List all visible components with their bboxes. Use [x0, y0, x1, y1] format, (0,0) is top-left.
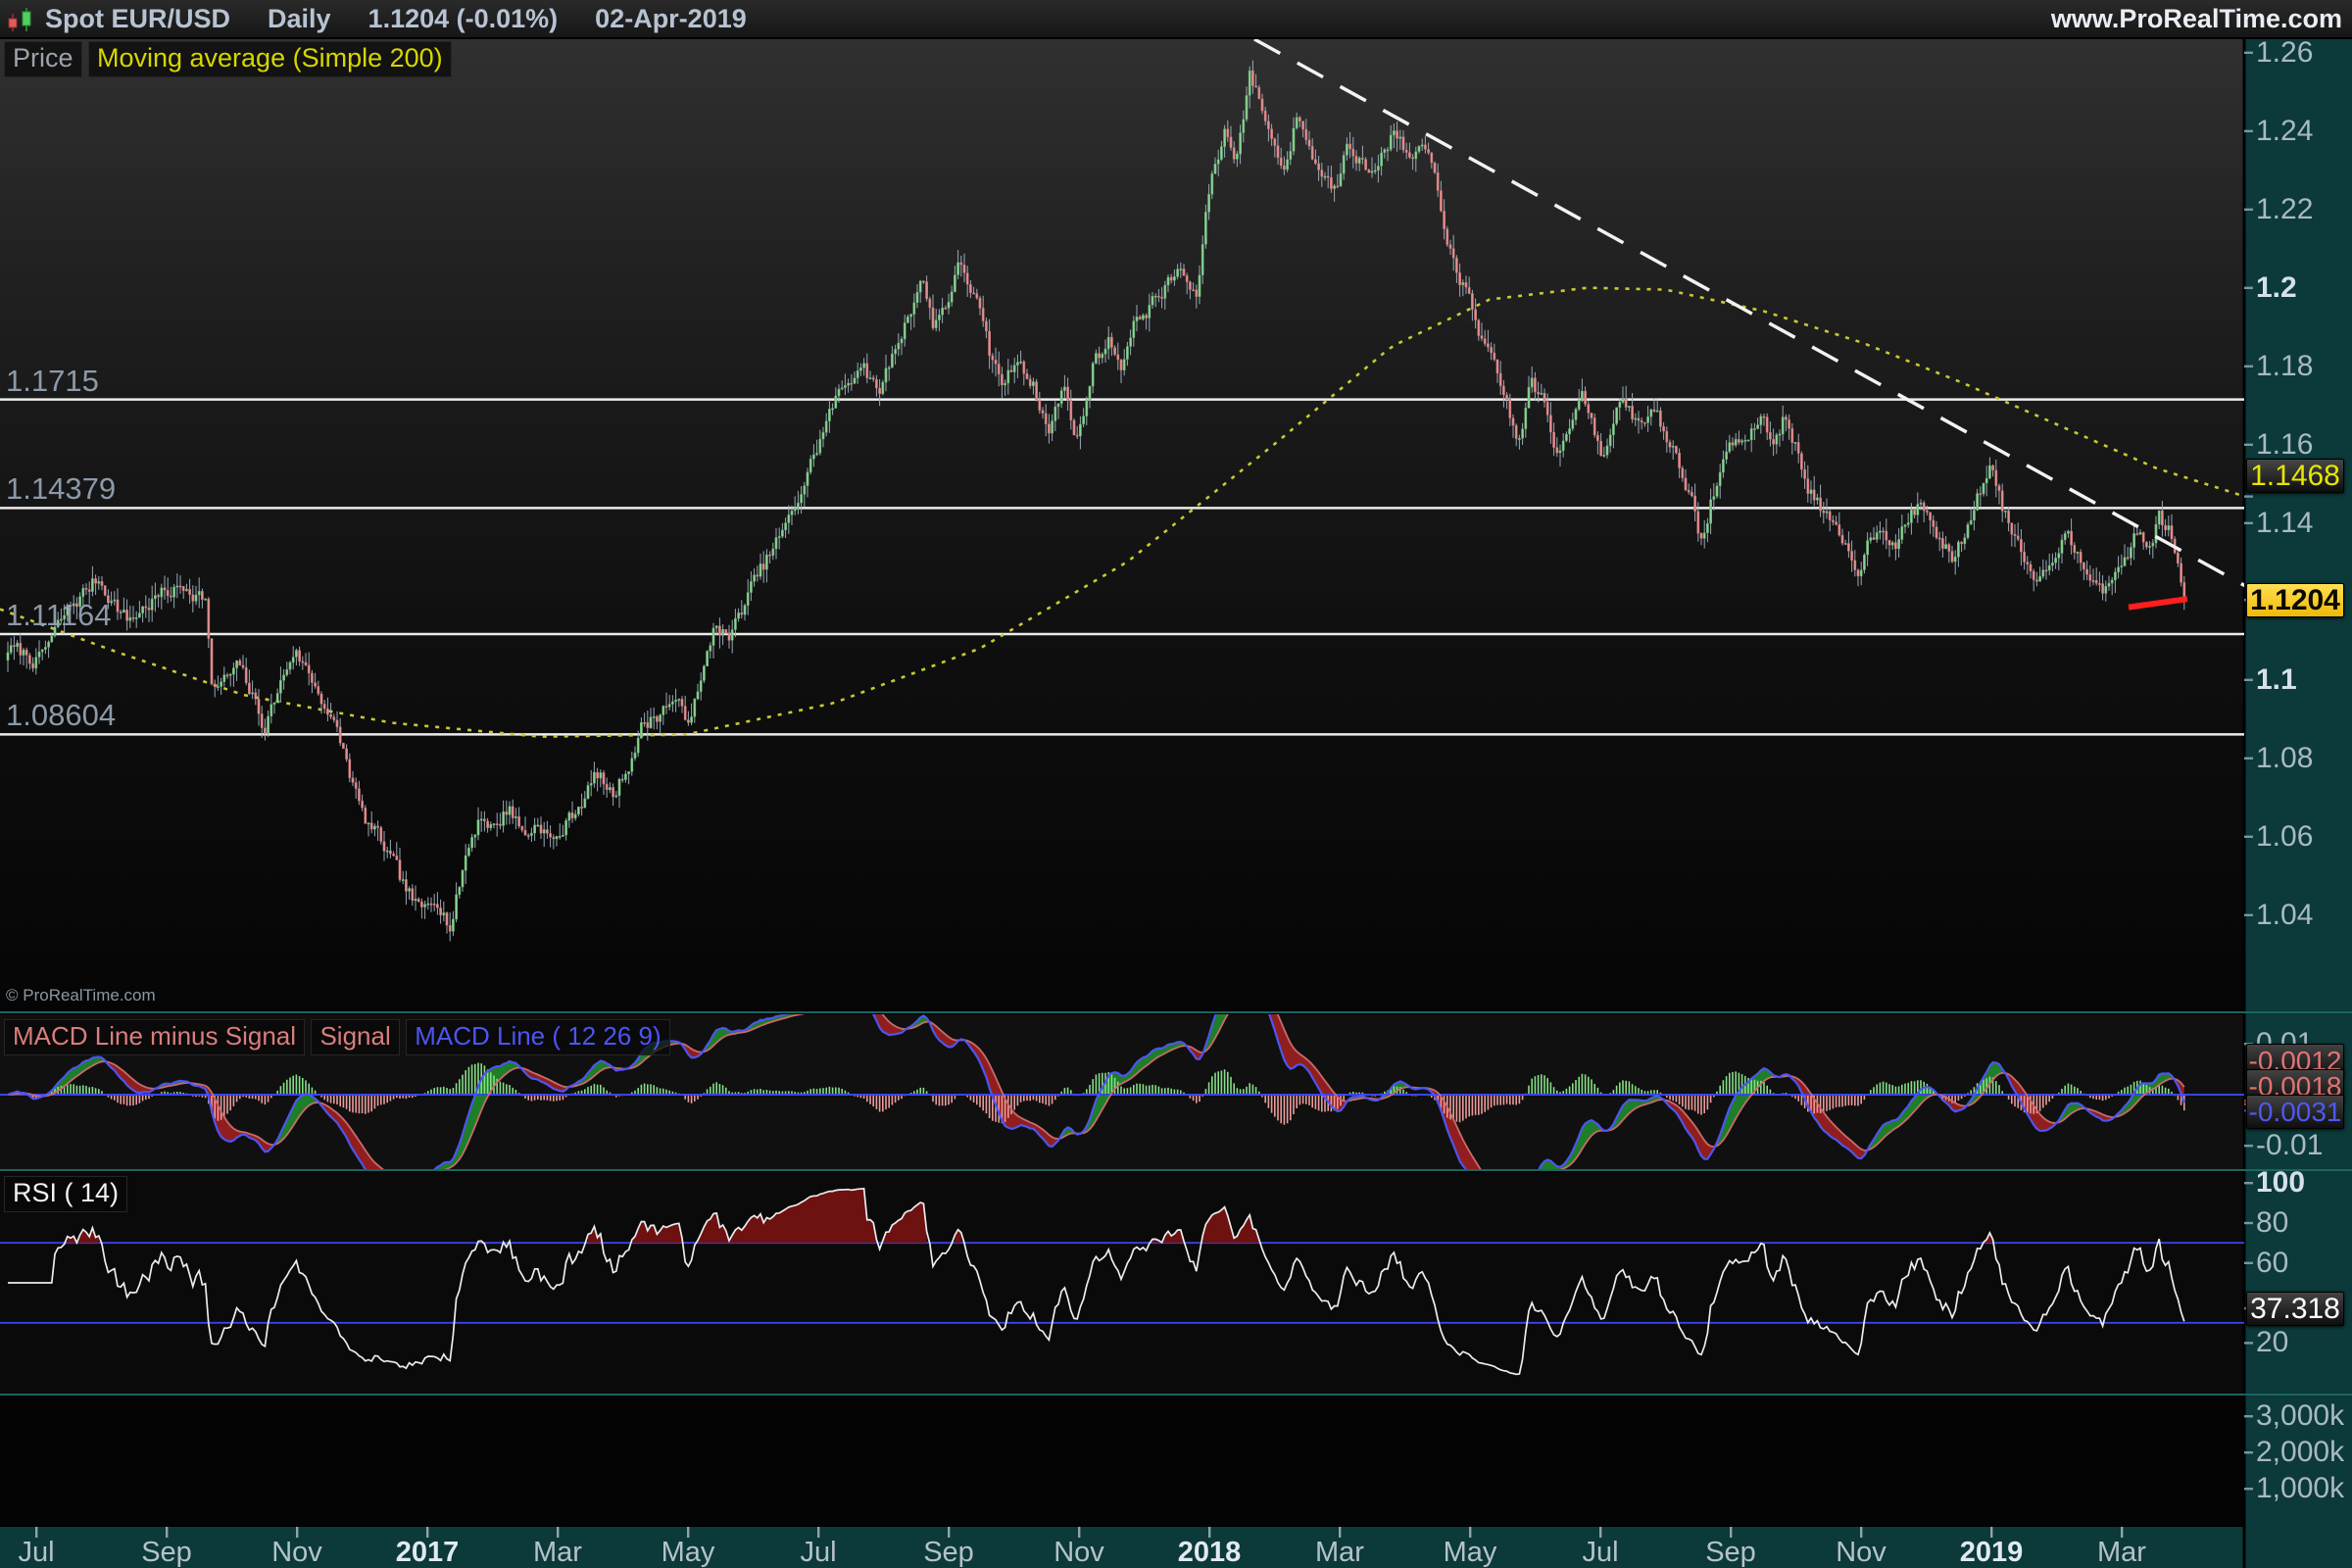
- axis-tick: [2244, 1222, 2253, 1224]
- brand-url: www.ProRealTime.com: [2051, 4, 2342, 34]
- month-label: Mar: [533, 1537, 582, 1568]
- price-legend-row: Price Moving average (Simple 200): [4, 41, 454, 77]
- macd-value-box: -0.0031: [2246, 1095, 2344, 1129]
- axis-tick: [2244, 914, 2253, 916]
- month-label: May: [662, 1537, 715, 1568]
- axis-tick: [2244, 1415, 2253, 1417]
- month-label: Jul: [18, 1537, 54, 1568]
- level-price-label: 1.11164: [6, 598, 111, 633]
- instrument-name: Spot EUR/USD: [45, 4, 230, 34]
- axis-tick: [2244, 287, 2253, 289]
- month-label: 2017: [396, 1537, 460, 1568]
- price-axis-label: 1.26: [2256, 36, 2313, 70]
- quote-date: 02-Apr-2019: [595, 4, 747, 34]
- level-price-label: 1.08604: [6, 698, 116, 733]
- month-label: Jul: [1582, 1537, 1618, 1568]
- month-label: May: [1444, 1537, 1497, 1568]
- candlestick-logo-icon: [6, 4, 35, 33]
- level-price-label: 1.1715: [6, 364, 99, 399]
- month-label: Mar: [2097, 1537, 2146, 1568]
- price-value-box: 1.1468: [2246, 459, 2344, 493]
- price-axis-label: 1.18: [2256, 350, 2313, 383]
- axis-tick: [2244, 1262, 2253, 1264]
- month-label: 2019: [1960, 1537, 2024, 1568]
- axis-tick: [2244, 1488, 2253, 1490]
- axis-tick: [2244, 522, 2253, 524]
- macd-line-legend-chip[interactable]: MACD Line ( 12 26 9): [406, 1019, 669, 1055]
- bottom-axis-bg[interactable]: [0, 1527, 2244, 1568]
- axis-tick: [2244, 495, 2253, 497]
- last-quote: 1.1204 (-0.01%): [368, 4, 559, 34]
- prorealtime-window: Spot EUR/USD Daily 1.1204 (-0.01%) 02-Ap…: [0, 0, 2352, 1568]
- axis-tick: [2244, 1451, 2253, 1453]
- rsi-value-box: 37.318: [2246, 1292, 2344, 1326]
- volume-axis-label: 1,000k: [2256, 1472, 2344, 1505]
- axis-tick: [2244, 130, 2253, 132]
- rsi-legend-row: RSI ( 14): [4, 1176, 129, 1212]
- axis-tick: [2244, 758, 2253, 760]
- macd-signal-legend-chip[interactable]: Signal: [311, 1019, 399, 1055]
- volume-axis-label: 2,000k: [2256, 1436, 2344, 1469]
- month-label: Sep: [141, 1537, 192, 1568]
- price-legend-chip[interactable]: Price: [4, 41, 82, 77]
- axis-tick: [2244, 209, 2253, 211]
- rsi-axis-label: 100: [2256, 1166, 2305, 1200]
- axis-tick: [2244, 836, 2253, 838]
- axis-tick: [2244, 1342, 2253, 1344]
- rsi-axis-label: 80: [2256, 1206, 2288, 1240]
- month-label: 2018: [1178, 1537, 1242, 1568]
- ma200-legend-chip[interactable]: Moving average (Simple 200): [88, 41, 452, 77]
- price-axis-label: 1.08: [2256, 742, 2313, 775]
- month-label: Jul: [800, 1537, 836, 1568]
- axis-tick: [2244, 52, 2253, 54]
- price-value-box: 1.1204: [2246, 583, 2344, 617]
- price-axis-label: 1.14: [2256, 507, 2313, 540]
- rsi-panel-bg[interactable]: [0, 1172, 2244, 1394]
- copyright-note: © ProRealTime.com: [6, 986, 156, 1005]
- price-axis-label: 1.22: [2256, 193, 2313, 226]
- macd-legend-row: MACD Line minus Signal Signal MACD Line …: [4, 1019, 672, 1055]
- chart-title-bar: Spot EUR/USD Daily 1.1204 (-0.01%) 02-Ap…: [0, 0, 2352, 39]
- month-label: Sep: [1705, 1537, 1756, 1568]
- rsi-axis-label: 20: [2256, 1326, 2288, 1359]
- month-label: Nov: [271, 1537, 322, 1568]
- level-price-label: 1.14379: [6, 471, 116, 507]
- volume-panel-bg[interactable]: [0, 1396, 2244, 1526]
- rsi-axis-label: 60: [2256, 1247, 2288, 1280]
- axis-tick: [2244, 679, 2253, 681]
- timeframe-label: Daily: [268, 4, 331, 34]
- price-axis-label: 1.2: [2256, 271, 2297, 305]
- axis-tick: [2244, 1145, 2253, 1147]
- month-label: Nov: [1836, 1537, 1886, 1568]
- price-axis-label: 1.24: [2256, 115, 2313, 148]
- volume-axis-label: 3,000k: [2256, 1399, 2344, 1433]
- axis-tick: [2244, 444, 2253, 446]
- price-axis-label: 1.04: [2256, 899, 2313, 932]
- axis-tick: [2244, 1182, 2253, 1184]
- rsi-legend-chip[interactable]: RSI ( 14): [4, 1176, 127, 1212]
- price-axis-label: 1.1: [2256, 663, 2297, 697]
- macd-hist-legend-chip[interactable]: MACD Line minus Signal: [4, 1019, 305, 1055]
- axis-tick: [2244, 366, 2253, 368]
- month-label: Mar: [1315, 1537, 1364, 1568]
- month-label: Sep: [923, 1537, 974, 1568]
- macd-axis-label: -0.01: [2256, 1129, 2323, 1162]
- price-axis-label: 1.06: [2256, 820, 2313, 854]
- month-label: Nov: [1054, 1537, 1104, 1568]
- price-axis-label: 1.16: [2256, 428, 2313, 462]
- chart-surface[interactable]: [0, 0, 2352, 1568]
